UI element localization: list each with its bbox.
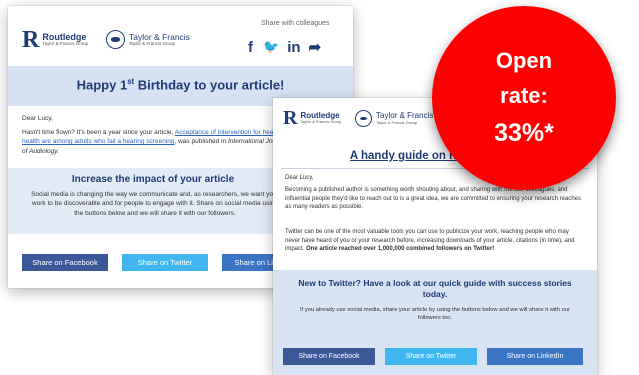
badge-line-rate: rate: [500,83,548,108]
headline-text: Happy 1 [76,77,128,93]
impact-title: Increase the impact of your article [71,174,235,185]
routledge-logo: R Routledge Taylor & Francis Group [283,108,341,128]
share-label: Share with colleagues [261,20,330,27]
share-twitter-button[interactable]: Share on Twitter [122,254,208,271]
badge-percentage: 33%* [494,119,554,147]
intro-paragraph: Hasn't time flown? It's been a year sinc… [22,128,287,156]
headline-text-end: Birthday to your article! [134,77,285,93]
taylor-francis-icon [106,30,125,49]
taylor-francis-subtitle: Taylor & Francis Group [376,119,417,125]
taylor-francis-logo: Taylor & Francis Taylor & Francis Group [355,110,433,127]
routledge-wordmark: Routledge Taylor & Francis Group [300,111,342,125]
social-links: f 🐦 in ➦ [248,38,322,57]
badge-line-open: Open [495,48,553,73]
linkedin-icon[interactable]: in [287,39,300,56]
intro-text: Hasn't time flown? It's been a year sinc… [22,129,175,136]
twitter-paragraph: Twitter can be one of the most valuable … [285,228,585,254]
routledge-subtitle: Taylor & Francis Group [300,119,342,125]
twitter-icon[interactable]: 🐦 [263,39,279,55]
taylor-francis-wordmark: Taylor & Francis Taylor & Francis Group [129,32,190,47]
share-linkedin-button[interactable]: Share on LinkedIn [487,348,583,365]
impact-body: Social media is changing the way we comm… [31,191,279,217]
twitter-guide-title: New to Twitter? Have a look at our quick… [298,278,572,300]
share-facebook-button[interactable]: Share on Facebook [22,254,108,271]
routledge-wordmark: Routledge Taylor & Francis Group [42,32,89,47]
intro-paragraph: Becoming a published author is something… [285,187,581,211]
taylor-francis-subtitle: Taylor & Francis Group [129,40,176,46]
routledge-r-icon: R [283,107,298,129]
routledge-r-icon: R [22,27,40,53]
share-facebook-button[interactable]: Share on Facebook [283,348,375,365]
guide-body: If you already use social media, share y… [299,307,571,322]
routledge-logo: R Routledge Taylor & Francis Group [22,28,88,52]
open-rate-badge: Open rate: 33%* [432,6,616,190]
intro-text-mid: , was published in [174,138,228,146]
taylor-francis-icon [355,110,372,127]
twitter-stat: One article reached over 1,000,000 combi… [306,246,495,253]
facebook-icon[interactable]: f [248,39,253,56]
taylor-francis-logo: Taylor & Francis Taylor & Francis Group [106,30,190,49]
share-arrow-icon[interactable]: ➦ [309,38,322,56]
routledge-subtitle: Taylor & Francis Group [42,41,89,47]
birthday-headline: Happy 1st Birthday to your article! [8,77,353,92]
share-twitter-button[interactable]: Share on Twitter [385,348,477,365]
taylor-francis-wordmark: Taylor & Francis Taylor & Francis Group [376,111,433,125]
